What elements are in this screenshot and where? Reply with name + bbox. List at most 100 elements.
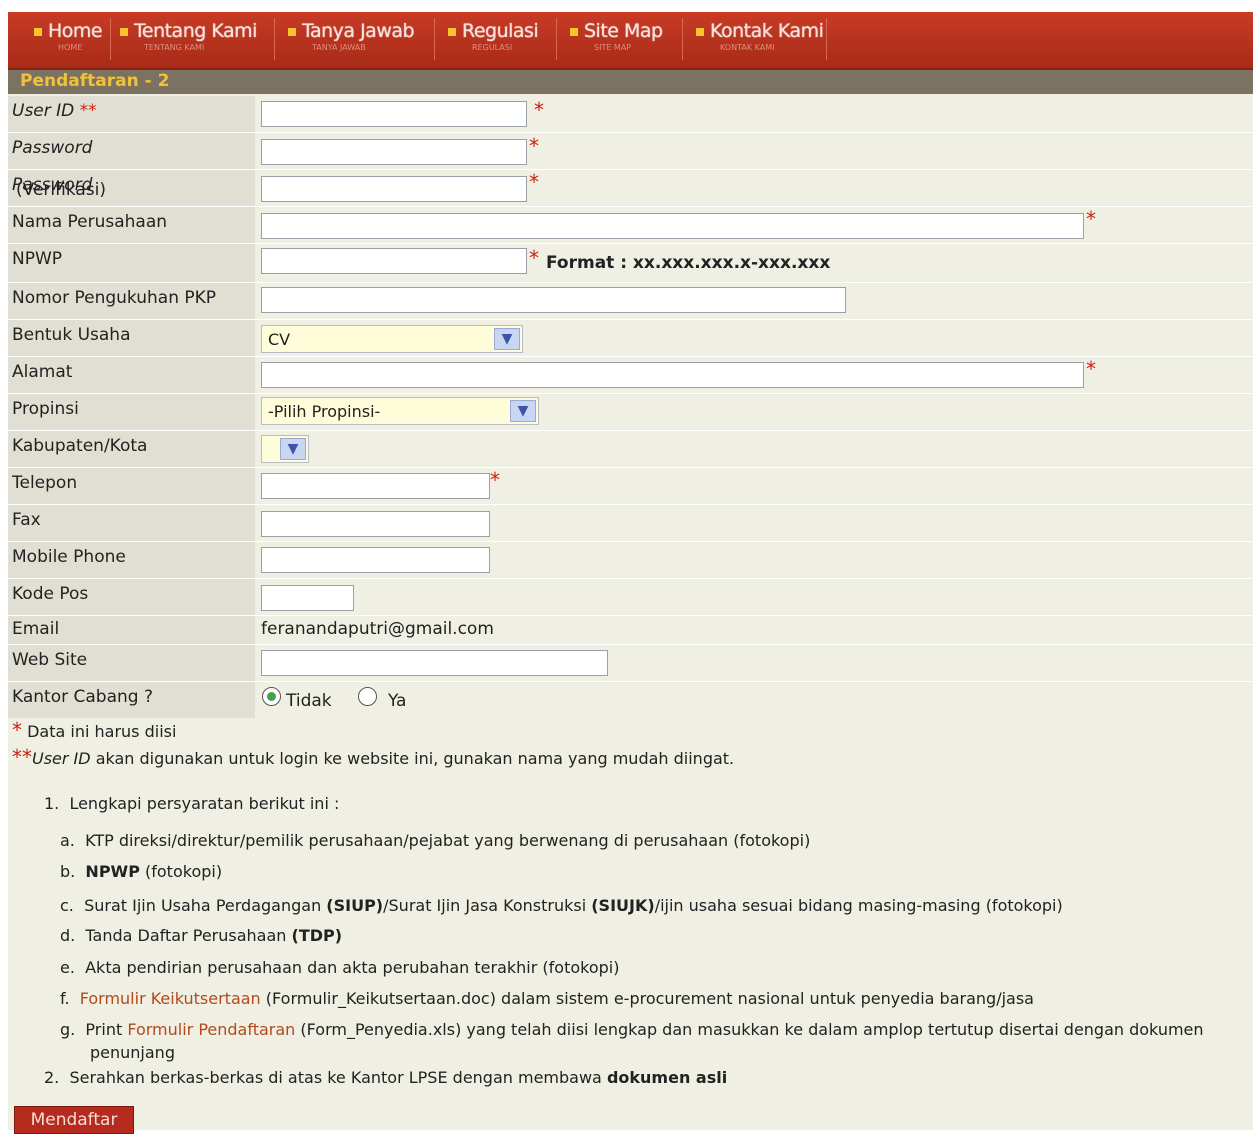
- field-label-cell: Mobile Phone: [8, 542, 255, 578]
- list-item-continuation: penunjang: [90, 1043, 175, 1062]
- list-marker: d.: [60, 926, 76, 945]
- list-text: Akta pendirian perusahaan dan akta perub…: [85, 958, 620, 977]
- row-nama-perusahaan: Nama Perusahaan *: [8, 207, 1253, 244]
- nav-sublabel: HOME: [58, 43, 83, 52]
- nama-perusahaan-input[interactable]: [261, 213, 1084, 239]
- list-text: (Formulir_Keikutsertaan.doc) dalam siste…: [265, 989, 1034, 1008]
- nav-divider: [556, 18, 557, 60]
- npwp-input[interactable]: [261, 248, 527, 274]
- password-input[interactable]: [261, 139, 527, 165]
- row-telepon: Telepon *: [8, 468, 1253, 505]
- field-label-cell: Password: [8, 133, 255, 169]
- website-input[interactable]: [261, 650, 608, 676]
- radio-selected-dot: [267, 692, 276, 701]
- chevron-down-icon[interactable]: ▼: [510, 400, 536, 422]
- telepon-input[interactable]: [261, 473, 490, 499]
- list-text: Lengkapi persyaratan berikut ini :: [69, 794, 340, 813]
- kabupaten-select[interactable]: ▼: [261, 435, 309, 463]
- required-star: *: [534, 98, 544, 122]
- field-label-cell: Kode Pos: [8, 579, 255, 615]
- list-text: Surat Ijin Usaha Perdagangan: [84, 896, 322, 915]
- password-verify-input[interactable]: [261, 176, 527, 202]
- required-note-text: Data ini harus diisi: [27, 722, 177, 741]
- list-item: c. Surat Ijin Usaha Perdagangan (SIUP)/S…: [60, 896, 1063, 915]
- userid-note-text: akan digunakan untuk login ke website in…: [95, 749, 735, 768]
- bullet-icon: [288, 28, 296, 36]
- row-fax: Fax: [8, 505, 1253, 542]
- mendaftar-button[interactable]: Mendaftar: [14, 1106, 134, 1134]
- list-text: (fotokopi): [145, 862, 223, 881]
- formulir-keikutsertaan-link[interactable]: Formulir Keikutsertaan: [80, 989, 261, 1008]
- list-text: KTP direksi/direktur/pemilik perusahaan/…: [85, 831, 811, 850]
- section-title: Pendaftaran - 2: [20, 71, 170, 91]
- nav-label: Site Map: [584, 20, 663, 42]
- propinsi-value: -Pilih Propinsi-: [268, 402, 381, 421]
- list-bold: (SIUP): [326, 896, 384, 915]
- list-text: /Surat Ijin Jasa Konstruksi: [383, 896, 587, 915]
- field-label-cell: Fax: [8, 505, 255, 541]
- kantor-cabang-label: Kantor Cabang ?: [12, 687, 153, 707]
- required-marker: **: [79, 101, 97, 121]
- npwp-label: NPWP: [12, 249, 63, 269]
- list-marker: e.: [60, 958, 75, 977]
- list-bold: (SIUJK): [591, 896, 655, 915]
- list-bold: NPWP: [85, 862, 140, 881]
- list-item: b. NPWP (fotokopi): [60, 862, 222, 881]
- fax-input[interactable]: [261, 511, 490, 537]
- row-kabupaten: Kabupaten/Kota ▼: [8, 431, 1253, 468]
- list-item: 2. Serahkan berkas-berkas di atas ke Kan…: [44, 1068, 727, 1087]
- label-password-verify: Password (Verifikasi): [12, 175, 106, 200]
- radio-tidak[interactable]: [262, 687, 281, 706]
- row-alamat: Alamat *: [8, 357, 1253, 394]
- list-text: Serahkan berkas-berkas di atas ke Kantor…: [69, 1068, 602, 1087]
- required-star: *: [529, 170, 539, 194]
- pkp-input[interactable]: [261, 287, 846, 313]
- password-verify-suffix: (Verifikasi): [16, 180, 106, 200]
- fax-label: Fax: [12, 510, 41, 530]
- field-label-cell: Kantor Cabang ?: [8, 682, 255, 718]
- chevron-down-icon[interactable]: ▼: [280, 438, 306, 460]
- bullet-icon: [570, 28, 578, 36]
- row-kantor-cabang: Kantor Cabang ? Tidak Ya: [8, 682, 1253, 718]
- radio-tidak-label[interactable]: Tidak: [286, 691, 332, 711]
- list-text: Print: [85, 1020, 123, 1039]
- row-propinsi: Propinsi -Pilih Propinsi- ▼: [8, 394, 1253, 431]
- field-label-cell: Kabupaten/Kota: [8, 431, 255, 467]
- nav-label: Tanya Jawab: [302, 20, 415, 42]
- list-number: 2.: [44, 1068, 60, 1087]
- mobile-label: Mobile Phone: [12, 547, 126, 567]
- field-label-cell: Password (Verifikasi): [8, 170, 255, 206]
- list-text: penunjang: [90, 1043, 175, 1062]
- list-marker: g.: [60, 1020, 76, 1039]
- alamat-input[interactable]: [261, 362, 1084, 388]
- chevron-down-icon[interactable]: ▼: [494, 328, 520, 350]
- mobile-input[interactable]: [261, 547, 490, 573]
- field-label-cell: Web Site: [8, 645, 255, 681]
- kode-pos-input[interactable]: [261, 585, 354, 611]
- user-id-input[interactable]: [261, 101, 527, 127]
- email-value: feranandaputri@gmail.com: [261, 619, 494, 639]
- row-password: Password *: [8, 133, 1253, 170]
- propinsi-select[interactable]: -Pilih Propinsi- ▼: [261, 397, 539, 425]
- user-id-label: User ID: [12, 101, 75, 121]
- bentuk-usaha-select[interactable]: CV ▼: [261, 325, 523, 353]
- alamat-label: Alamat: [12, 362, 73, 382]
- field-label-cell: Email: [8, 616, 255, 644]
- radio-ya-label[interactable]: Ya: [388, 691, 406, 711]
- kode-pos-label: Kode Pos: [12, 584, 89, 604]
- row-email: Email feranandaputri@gmail.com: [8, 616, 1253, 645]
- required-note: * Data ini harus diisi: [12, 718, 176, 742]
- required-star: *: [529, 246, 539, 270]
- row-website: Web Site: [8, 645, 1253, 682]
- list-bold: (TDP): [291, 926, 343, 945]
- list-text: Tanda Daftar Perusahaan: [85, 926, 287, 945]
- nav-label: Tentang Kami: [134, 20, 257, 42]
- nama-perusahaan-label: Nama Perusahaan: [12, 212, 168, 232]
- email-label: Email: [12, 619, 60, 639]
- required-star: *: [1086, 207, 1096, 231]
- bullet-icon: [696, 28, 704, 36]
- nav-divider: [826, 18, 827, 60]
- list-item: g. Print Formulir Pendaftaran (Form_Peny…: [60, 1020, 1204, 1039]
- formulir-pendaftaran-link[interactable]: Formulir Pendaftaran: [127, 1020, 295, 1039]
- radio-ya[interactable]: [358, 687, 377, 706]
